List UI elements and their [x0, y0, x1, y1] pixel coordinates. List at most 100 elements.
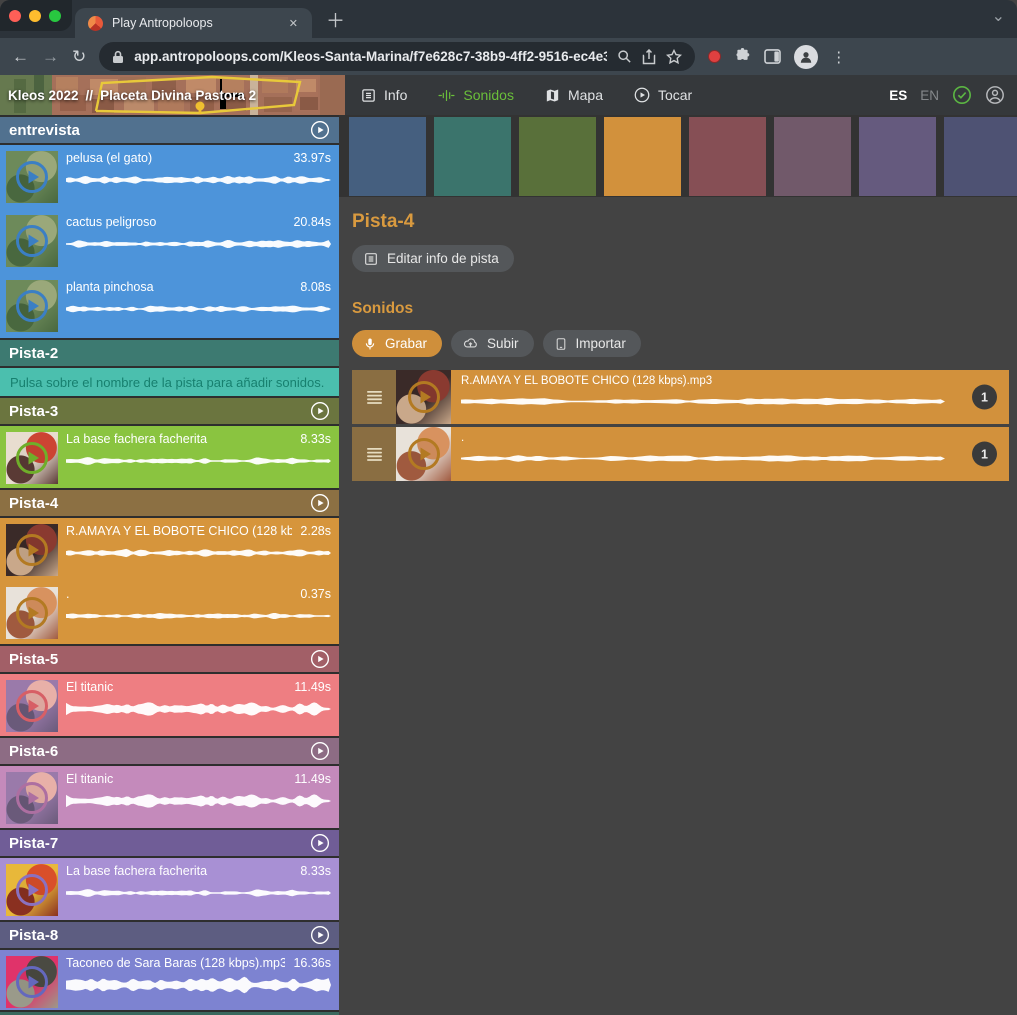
extensions-puzzle-icon[interactable] — [734, 48, 751, 65]
close-window-button[interactable] — [9, 10, 21, 22]
reload-button[interactable]: ↻ — [72, 48, 86, 65]
sound-thumbnail[interactable] — [396, 370, 451, 424]
back-button[interactable]: ← — [12, 48, 29, 65]
importar-button[interactable]: Importar — [543, 330, 641, 357]
sidebar-clip[interactable]: planta pinchosa 8.08s — [0, 274, 339, 338]
tab-icon — [437, 87, 456, 104]
clip-thumbnail[interactable] — [6, 680, 58, 732]
drag-handle-icon[interactable] — [352, 370, 396, 424]
clip-thumbnail[interactable] — [6, 432, 58, 484]
clip-play-icon[interactable] — [406, 379, 442, 415]
url-text: app.antropoloops.com/Kleos-Santa-Marina/… — [134, 49, 607, 64]
scene-name[interactable]: Placeta Divina Pastora 2 — [100, 88, 256, 103]
clip-play-icon[interactable] — [14, 872, 50, 908]
track-header[interactable]: Pista-8 — [0, 922, 339, 948]
clip-thumbnail[interactable] — [6, 280, 58, 332]
track-play-icon[interactable] — [310, 401, 330, 421]
screen-record-indicator-icon[interactable] — [708, 50, 721, 63]
clip-play-icon[interactable] — [14, 440, 50, 476]
bookmark-star-icon[interactable] — [666, 49, 682, 65]
track-header[interactable]: Pista-3 — [0, 398, 339, 424]
track-play-icon[interactable] — [310, 833, 330, 853]
track-swatch-2[interactable] — [434, 117, 511, 196]
sidebar-clip[interactable]: cactus peligroso 20.84s — [0, 209, 339, 273]
minimize-window-button[interactable] — [29, 10, 41, 22]
clip-thumbnail[interactable] — [6, 956, 58, 1008]
track-swatch-4-selected[interactable] — [604, 117, 681, 196]
track-play-icon[interactable] — [310, 120, 330, 140]
clip-play-icon[interactable] — [14, 532, 50, 568]
track-swatch-3[interactable] — [519, 117, 596, 196]
sound-thumbnail[interactable] — [396, 427, 451, 481]
nav-tab-tocar[interactable]: Tocar — [633, 86, 692, 104]
grabar-button[interactable]: Grabar — [352, 330, 442, 357]
zoom-page-icon[interactable] — [617, 49, 632, 64]
clip-play-icon[interactable] — [14, 964, 50, 1000]
track-swatch-6[interactable] — [774, 117, 851, 196]
clip-thumbnail[interactable] — [6, 524, 58, 576]
track-play-icon[interactable] — [310, 493, 330, 513]
sidebar-clip[interactable]: . 0.37s — [0, 581, 339, 644]
track-play-icon[interactable] — [310, 649, 330, 669]
clip-play-icon[interactable] — [14, 288, 50, 324]
browser-tab[interactable]: Play Antropoloops ✕ — [75, 8, 312, 38]
clip-play-icon[interactable] — [14, 223, 50, 259]
browser-toolbar: ← → ↻ app.antropoloops.com/Kleos-Santa-M… — [0, 38, 1017, 75]
track-swatch-1[interactable] — [349, 117, 426, 196]
account-icon[interactable] — [985, 85, 1005, 105]
nav-tab-sonidos[interactable]: Sonidos — [437, 87, 514, 104]
track-swatch-5[interactable] — [689, 117, 766, 196]
clip-thumbnail[interactable] — [6, 215, 58, 267]
track-swatch-7[interactable] — [859, 117, 936, 196]
sound-row[interactable]: R.AMAYA Y EL BOBOTE CHICO (128 kbps).mp3… — [352, 370, 1009, 424]
sidebar-clip[interactable]: El titanic 11.49s — [0, 674, 339, 736]
browser-menu-icon[interactable]: ⋮ — [831, 48, 846, 66]
clip-play-icon[interactable] — [14, 159, 50, 195]
edit-track-info-button[interactable]: Editar info de pista — [352, 245, 514, 272]
sidebar-clip[interactable]: La base fachera facherita 8.33s — [0, 858, 339, 920]
track-header[interactable]: entrevista — [0, 117, 339, 143]
track-header[interactable]: Pista-2 — [0, 340, 339, 366]
subir-button[interactable]: Subir — [451, 330, 534, 357]
sidebar-clip[interactable]: La base fachera facherita 8.33s — [0, 426, 339, 488]
sound-count-badge: 1 — [972, 385, 997, 410]
project-name[interactable]: Kleos 2022 — [8, 88, 79, 103]
forward-button[interactable]: → — [42, 48, 59, 65]
language-es[interactable]: ES — [889, 88, 907, 103]
track-header[interactable]: Pista-6 — [0, 738, 339, 764]
sidebar-clip[interactable]: El titanic 11.49s — [0, 766, 339, 828]
track-play-icon[interactable] — [310, 741, 330, 761]
track-body: Taconeo de Sara Baras (128 kbps).mp3 16.… — [0, 950, 339, 1010]
language-en[interactable]: EN — [920, 88, 939, 103]
sidebar-clip[interactable]: pelusa (el gato) 33.97s — [0, 145, 339, 209]
clip-thumbnail[interactable] — [6, 151, 58, 203]
track-header[interactable]: Pista-4 — [0, 490, 339, 516]
share-icon[interactable] — [642, 49, 656, 65]
sidebar-track-entrevista: entrevista pelusa (el gato) 33.97s cactu… — [0, 117, 339, 338]
sidebar-clip[interactable]: Taconeo de Sara Baras (128 kbps).mp3 16.… — [0, 950, 339, 1010]
clip-play-icon[interactable] — [14, 688, 50, 724]
clip-thumbnail[interactable] — [6, 864, 58, 916]
new-tab-button[interactable]: ＋ — [326, 9, 345, 35]
address-bar[interactable]: app.antropoloops.com/Kleos-Santa-Marina/… — [99, 42, 695, 71]
tab-search-chevron-icon[interactable]: ⌄ — [992, 6, 1005, 26]
empty-track-hint: Pulsa sobre el nombre de la pista para a… — [0, 368, 339, 396]
clip-play-icon[interactable] — [14, 595, 50, 631]
profile-avatar[interactable] — [794, 45, 818, 69]
track-header[interactable]: Pista-5 — [0, 646, 339, 672]
clip-play-icon[interactable] — [14, 780, 50, 816]
clip-thumbnail[interactable] — [6, 772, 58, 824]
clip-play-icon[interactable] — [406, 436, 442, 472]
track-header[interactable]: Pista-7 — [0, 830, 339, 856]
zoom-window-button[interactable] — [49, 10, 61, 22]
track-swatch-8[interactable] — [944, 117, 1017, 196]
track-play-icon[interactable] — [310, 925, 330, 945]
sidebar-clip[interactable]: R.AMAYA Y EL BOBOTE CHICO (128 kbps)....… — [0, 518, 339, 581]
tab-close-icon[interactable]: ✕ — [285, 15, 302, 32]
nav-tab-mapa[interactable]: Mapa — [544, 87, 603, 104]
nav-tab-info[interactable]: Info — [360, 87, 407, 104]
sound-row[interactable]: . 1 — [352, 427, 1009, 481]
drag-handle-icon[interactable] — [352, 427, 396, 481]
side-panel-icon[interactable] — [764, 49, 781, 64]
clip-thumbnail[interactable] — [6, 587, 58, 639]
